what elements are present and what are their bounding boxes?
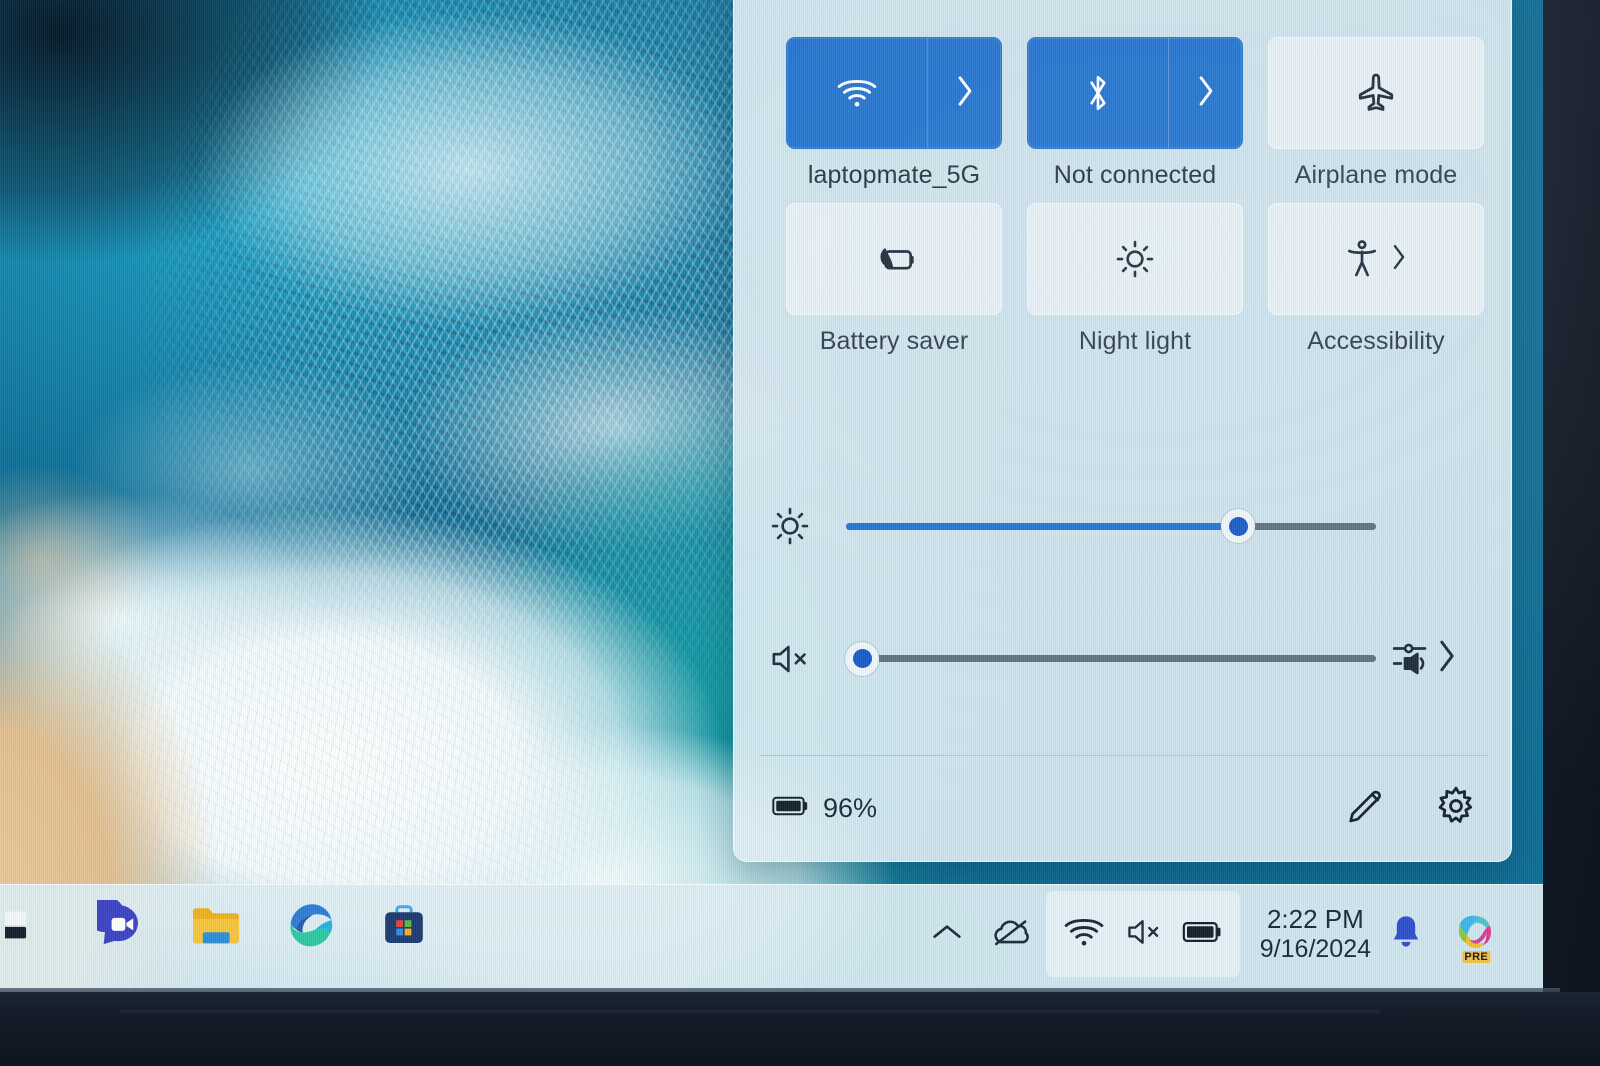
bluetooth-toggle-button[interactable] <box>1028 38 1168 148</box>
monitor-bezel-right <box>1543 0 1600 1066</box>
wifi-tile[interactable] <box>786 37 1002 149</box>
battery-full-icon <box>772 794 810 823</box>
quick-settings-footer: 96% <box>734 773 1511 843</box>
clock-date: 9/16/2024 <box>1259 934 1371 963</box>
teams-chat-icon <box>85 895 147 955</box>
battery-saver-tile[interactable] <box>786 203 1002 315</box>
brightness-sun-icon <box>734 505 846 547</box>
pencil-icon[interactable] <box>1345 786 1385 831</box>
onedrive-offline-icon <box>989 915 1033 954</box>
system-tray: 2:22 PM 9/16/2024 PRE <box>918 891 1511 977</box>
battery-status[interactable]: 96% <box>772 793 877 824</box>
folder-icon <box>190 902 242 953</box>
tile-cell-battery-saver: Battery saver <box>786 203 1002 356</box>
wifi-tile-label: laptopmate_5G <box>807 161 981 189</box>
audio-mixer-icon[interactable] <box>1390 636 1430 681</box>
taskbar: 2:22 PM 9/16/2024 PRE <box>0 884 1549 992</box>
taskbar-item-widgets[interactable] <box>0 897 56 957</box>
taskbar-item-chat-teams[interactable] <box>85 895 150 957</box>
tray-overflow-button[interactable] <box>918 891 976 977</box>
accessibility-icon <box>1344 239 1380 279</box>
clock-time: 2:22 PM <box>1266 903 1364 934</box>
bluetooth-expand-chevron-button[interactable] <box>1168 38 1242 148</box>
quick-settings-panel: laptopmate_5G Not connected Airplane mod… <box>733 0 1512 862</box>
bluetooth-tile-label: Not connected <box>1053 161 1217 189</box>
volume-slider[interactable] <box>845 641 1376 676</box>
wifi-expand-chevron-button[interactable] <box>927 38 1001 148</box>
wifi-toggle-button[interactable] <box>787 38 927 148</box>
accessibility-expand-chevron-icon[interactable] <box>1390 242 1408 277</box>
battery-leaf-icon <box>869 242 919 276</box>
brightness-slider[interactable] <box>846 509 1376 543</box>
bluetooth-tile[interactable] <box>1027 37 1243 149</box>
tray-status-group[interactable] <box>1045 891 1240 977</box>
accessibility-tile-label: Accessibility <box>1307 327 1445 355</box>
tile-cell-night-light: Night light <box>1027 203 1243 356</box>
tile-cell-airplane-mode: Airplane mode <box>1268 37 1484 190</box>
airplane-mode-tile[interactable] <box>1268 37 1484 149</box>
taskbar-pinned-apps <box>0 895 432 957</box>
tile-cell-wifi: laptopmate_5G <box>786 37 1002 190</box>
taskbar-item-microsoft-edge[interactable] <box>282 897 338 957</box>
quick-settings-footer-actions <box>1345 785 1477 832</box>
monitor-bezel-highlight <box>120 1010 1380 1013</box>
accessibility-tile[interactable] <box>1268 203 1484 315</box>
edge-icon <box>285 900 335 955</box>
copilot-button[interactable]: PRE <box>1437 891 1511 977</box>
airplane-mode-tile-label: Airplane mode <box>1294 161 1458 189</box>
taskbar-item-file-explorer[interactable] <box>188 897 244 957</box>
brightness-sun-icon <box>1114 238 1156 280</box>
chevron-right-icon <box>1195 73 1217 114</box>
battery-full-icon[interactable] <box>1182 919 1224 950</box>
chevron-right-icon <box>954 73 976 114</box>
brightness-slider-thumb[interactable] <box>1221 509 1255 543</box>
photographed-laptop-screen: laptopmate_5G Not connected Airplane mod… <box>0 0 1600 1066</box>
speaker-muted-icon[interactable] <box>734 640 846 678</box>
monitor-bezel-bottom <box>0 992 1600 1066</box>
bell-icon <box>1389 913 1423 956</box>
notification-bell-button[interactable] <box>1375 891 1437 977</box>
tray-item-onedrive[interactable] <box>976 891 1046 977</box>
chevron-up-icon <box>930 920 964 949</box>
quick-settings-tile-grid: laptopmate_5G Not connected Airplane mod… <box>786 37 1486 356</box>
accessibility-tile-content <box>1344 204 1408 314</box>
night-light-tile[interactable] <box>1027 203 1243 315</box>
clock[interactable]: 2:22 PM 9/16/2024 <box>1260 904 1371 964</box>
tile-cell-bluetooth: Not connected <box>1027 37 1243 190</box>
speaker-muted-icon[interactable] <box>1124 916 1164 953</box>
night-light-tile-label: Night light <box>1078 327 1192 355</box>
volume-slider-row <box>734 636 1511 681</box>
copilot-preview-badge: PRE <box>1462 951 1490 963</box>
wifi-icon[interactable] <box>1062 915 1106 954</box>
volume-trailing-controls <box>1390 636 1458 681</box>
volume-slider-thumb[interactable] <box>845 641 879 676</box>
wifi-icon <box>835 76 879 110</box>
taskbar-item-microsoft-store[interactable] <box>376 897 432 957</box>
battery-saver-tile-label: Battery saver <box>819 327 969 355</box>
panel-divider <box>760 755 1488 756</box>
bluetooth-icon <box>1081 71 1115 115</box>
volume-expand-chevron-icon[interactable] <box>1436 637 1458 680</box>
battery-percent-label: 96% <box>823 792 878 823</box>
airplane-icon <box>1355 72 1397 114</box>
gear-icon[interactable] <box>1435 785 1477 832</box>
widgets-icon <box>0 902 51 953</box>
tile-cell-accessibility: Accessibility <box>1268 203 1484 356</box>
store-icon <box>380 901 428 954</box>
brightness-slider-row <box>734 505 1511 547</box>
brightness-slider-fill <box>846 522 1238 530</box>
